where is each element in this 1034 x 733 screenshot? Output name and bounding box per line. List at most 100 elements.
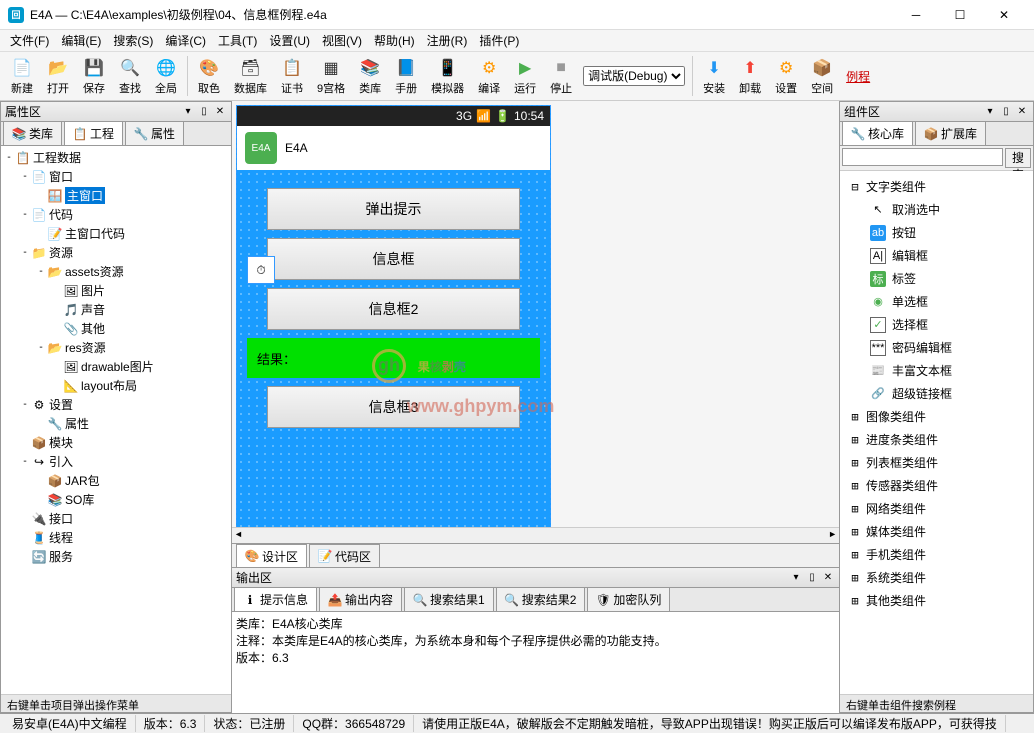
config-select[interactable]: 调试版(Debug) bbox=[583, 66, 685, 86]
toolbtn-证书[interactable]: 📋证书 bbox=[275, 55, 309, 98]
toolbtn-保存[interactable]: 💾保存 bbox=[77, 55, 111, 98]
comp-group-传感器类组件[interactable]: ⊞传感器类组件 bbox=[844, 474, 1029, 497]
panel-close-icon[interactable]: ✕ bbox=[213, 105, 227, 119]
phone-button-1[interactable]: 信息框 bbox=[267, 238, 520, 280]
toolbtn-全局[interactable]: 🌐全局 bbox=[149, 55, 183, 98]
comp-单选框[interactable]: ◉单选框 bbox=[844, 290, 1029, 313]
toolbtn-设置[interactable]: ⚙设置 bbox=[769, 55, 803, 98]
comp-丰富文本框[interactable]: 📰丰富文本框 bbox=[844, 359, 1029, 382]
component-search-input[interactable] bbox=[842, 148, 1003, 166]
comp-超级链接框[interactable]: 🔗超级链接框 bbox=[844, 382, 1029, 405]
menu-编译(C)[interactable]: 编译(C) bbox=[159, 30, 212, 51]
comp-group-文字类组件[interactable]: ⊟文字类组件 bbox=[844, 175, 1029, 198]
output-body[interactable]: 类库：E4A核心类库注释：本类库是E4A的核心类库，为系统本身和每个子程序提供必… bbox=[232, 612, 839, 713]
output-tab-加密队列[interactable]: 🛡加密队列 bbox=[587, 587, 670, 611]
comp-编辑框[interactable]: A|编辑框 bbox=[844, 244, 1029, 267]
comp-pin-icon[interactable]: ▯ bbox=[999, 105, 1013, 119]
menu-注册(R)[interactable]: 注册(R) bbox=[421, 30, 474, 51]
comp-group-网络类组件[interactable]: ⊞网络类组件 bbox=[844, 497, 1029, 520]
tree-设置[interactable]: -⚙设置 bbox=[3, 395, 229, 414]
toolbtn-停止[interactable]: ■停止 bbox=[544, 55, 578, 98]
toolbtn-数据库[interactable]: 🗃数据库 bbox=[228, 55, 273, 98]
toolbtn-取色[interactable]: 🎨取色 bbox=[192, 55, 226, 98]
tab-属性[interactable]: 🔧属性 bbox=[125, 121, 184, 145]
toolbtn-模拟器[interactable]: 📱模拟器 bbox=[425, 55, 470, 98]
phone-button-3[interactable]: 信息框3 bbox=[267, 386, 520, 428]
toolbtn-9宫格[interactable]: ▦9宫格 bbox=[311, 55, 351, 98]
menu-视图(V)[interactable]: 视图(V) bbox=[316, 30, 368, 51]
tree-主窗口代码[interactable]: 📝主窗口代码 bbox=[3, 224, 229, 243]
comp-标签[interactable]: 标标签 bbox=[844, 267, 1029, 290]
toolbtn-运行[interactable]: ▶运行 bbox=[508, 55, 542, 98]
design-area[interactable]: 3G 📶 🔋 10:54 E4A E4A 弹出提示信息框信息框2结果：信息框3 … bbox=[232, 101, 839, 527]
phone-button-2[interactable]: 信息框2 bbox=[267, 288, 520, 330]
tree-drawable图片[interactable]: 🖼drawable图片 bbox=[3, 357, 229, 376]
tree-JAR包[interactable]: 📦JAR包 bbox=[3, 471, 229, 490]
design-scrollbar-h[interactable] bbox=[232, 527, 839, 543]
design-tab-设计区[interactable]: 🎨设计区 bbox=[236, 544, 307, 568]
maximize-button[interactable]: ☐ bbox=[938, 1, 982, 29]
design-tab-代码区[interactable]: 📝代码区 bbox=[309, 544, 380, 568]
output-close-icon[interactable]: ✕ bbox=[821, 571, 835, 585]
comp-group-手机类组件[interactable]: ⊞手机类组件 bbox=[844, 543, 1029, 566]
tree-声音[interactable]: 🎵声音 bbox=[3, 300, 229, 319]
output-tab-搜索结果1[interactable]: 🔍搜索结果1 bbox=[404, 587, 494, 611]
menu-编辑(E)[interactable]: 编辑(E) bbox=[55, 30, 107, 51]
tree-线程[interactable]: 🧵线程 bbox=[3, 528, 229, 547]
toolbtn-卸载[interactable]: ⬆卸载 bbox=[733, 55, 767, 98]
comp-密码编辑框[interactable]: ***密码编辑框 bbox=[844, 336, 1029, 359]
tree-服务[interactable]: 🔄服务 bbox=[3, 547, 229, 566]
toolbtn-新建[interactable]: 📄新建 bbox=[5, 55, 39, 98]
tree-接口[interactable]: 🔌接口 bbox=[3, 509, 229, 528]
menu-帮助(H)[interactable]: 帮助(H) bbox=[368, 30, 421, 51]
menu-设置(U)[interactable]: 设置(U) bbox=[263, 30, 316, 51]
output-tab-提示信息[interactable]: ℹ提示信息 bbox=[234, 587, 317, 611]
search-button[interactable]: 搜索 bbox=[1005, 148, 1031, 168]
tree-引入[interactable]: -↪引入 bbox=[3, 452, 229, 471]
comp-按钮[interactable]: ab按钮 bbox=[844, 221, 1029, 244]
tree-窗口[interactable]: -📄窗口 bbox=[3, 167, 229, 186]
tab-类库[interactable]: 📚类库 bbox=[3, 121, 62, 145]
component-tree[interactable]: ⊟文字类组件↖取消选中ab按钮A|编辑框标标签◉单选框✓选择框***密码编辑框📰… bbox=[840, 171, 1033, 694]
tree-属性[interactable]: 🔧属性 bbox=[3, 414, 229, 433]
tab-工程[interactable]: 📋工程 bbox=[64, 121, 123, 145]
output-pin-icon[interactable]: ▯ bbox=[805, 571, 819, 585]
timer-component-icon[interactable]: ⏱ bbox=[247, 256, 275, 284]
output-tab-搜索结果2[interactable]: 🔍搜索结果2 bbox=[496, 587, 586, 611]
menu-搜索(S)[interactable]: 搜索(S) bbox=[107, 30, 159, 51]
menu-工具(T)[interactable]: 工具(T) bbox=[212, 30, 263, 51]
output-tab-输出内容[interactable]: 📤输出内容 bbox=[319, 587, 402, 611]
tree-res资源[interactable]: -📂res资源 bbox=[3, 338, 229, 357]
comp-group-其他类组件[interactable]: ⊞其他类组件 bbox=[844, 589, 1029, 612]
project-tree[interactable]: -📋工程数据-📄窗口🪟主窗口-📄代码📝主窗口代码-📁资源-📂assets资源🖼图… bbox=[1, 146, 231, 694]
toolbtn-查找[interactable]: 🔍查找 bbox=[113, 55, 147, 98]
toolbtn-空间[interactable]: 📦空间 bbox=[805, 55, 839, 98]
toolbtn-打开[interactable]: 📂打开 bbox=[41, 55, 75, 98]
toolbtn-手册[interactable]: 📘手册 bbox=[389, 55, 423, 98]
panel-dropdown-icon[interactable]: ▾ bbox=[181, 105, 195, 119]
comp-取消选中[interactable]: ↖取消选中 bbox=[844, 198, 1029, 221]
tree-代码[interactable]: -📄代码 bbox=[3, 205, 229, 224]
panel-pin-icon[interactable]: ▯ bbox=[197, 105, 211, 119]
phone-button-0[interactable]: 弹出提示 bbox=[267, 188, 520, 230]
menu-插件(P)[interactable]: 插件(P) bbox=[473, 30, 525, 51]
comp-group-进度条类组件[interactable]: ⊞进度条类组件 bbox=[844, 428, 1029, 451]
comp-group-列表框类组件[interactable]: ⊞列表框类组件 bbox=[844, 451, 1029, 474]
tree-layout布局[interactable]: 📐layout布局 bbox=[3, 376, 229, 395]
comp-group-系统类组件[interactable]: ⊞系统类组件 bbox=[844, 566, 1029, 589]
tree-assets资源[interactable]: -📂assets资源 bbox=[3, 262, 229, 281]
output-dropdown-icon[interactable]: ▾ bbox=[789, 571, 803, 585]
comp-dropdown-icon[interactable]: ▾ bbox=[983, 105, 997, 119]
tree-图片[interactable]: 🖼图片 bbox=[3, 281, 229, 300]
tree-SO库[interactable]: 📚SO库 bbox=[3, 490, 229, 509]
comp-tab-扩展库[interactable]: 📦扩展库 bbox=[915, 121, 986, 145]
comp-group-图像类组件[interactable]: ⊞图像类组件 bbox=[844, 405, 1029, 428]
close-button[interactable]: ✕ bbox=[982, 1, 1026, 29]
link-例程[interactable]: 例程 bbox=[846, 68, 870, 85]
comp-tab-核心库[interactable]: 🔧核心库 bbox=[842, 121, 913, 145]
tree-工程数据[interactable]: -📋工程数据 bbox=[3, 148, 229, 167]
tree-其他[interactable]: 📎其他 bbox=[3, 319, 229, 338]
toolbtn-安装[interactable]: ⬇安装 bbox=[697, 55, 731, 98]
toolbtn-编译[interactable]: ⚙编译 bbox=[472, 55, 506, 98]
tree-主窗口[interactable]: 🪟主窗口 bbox=[3, 186, 229, 205]
